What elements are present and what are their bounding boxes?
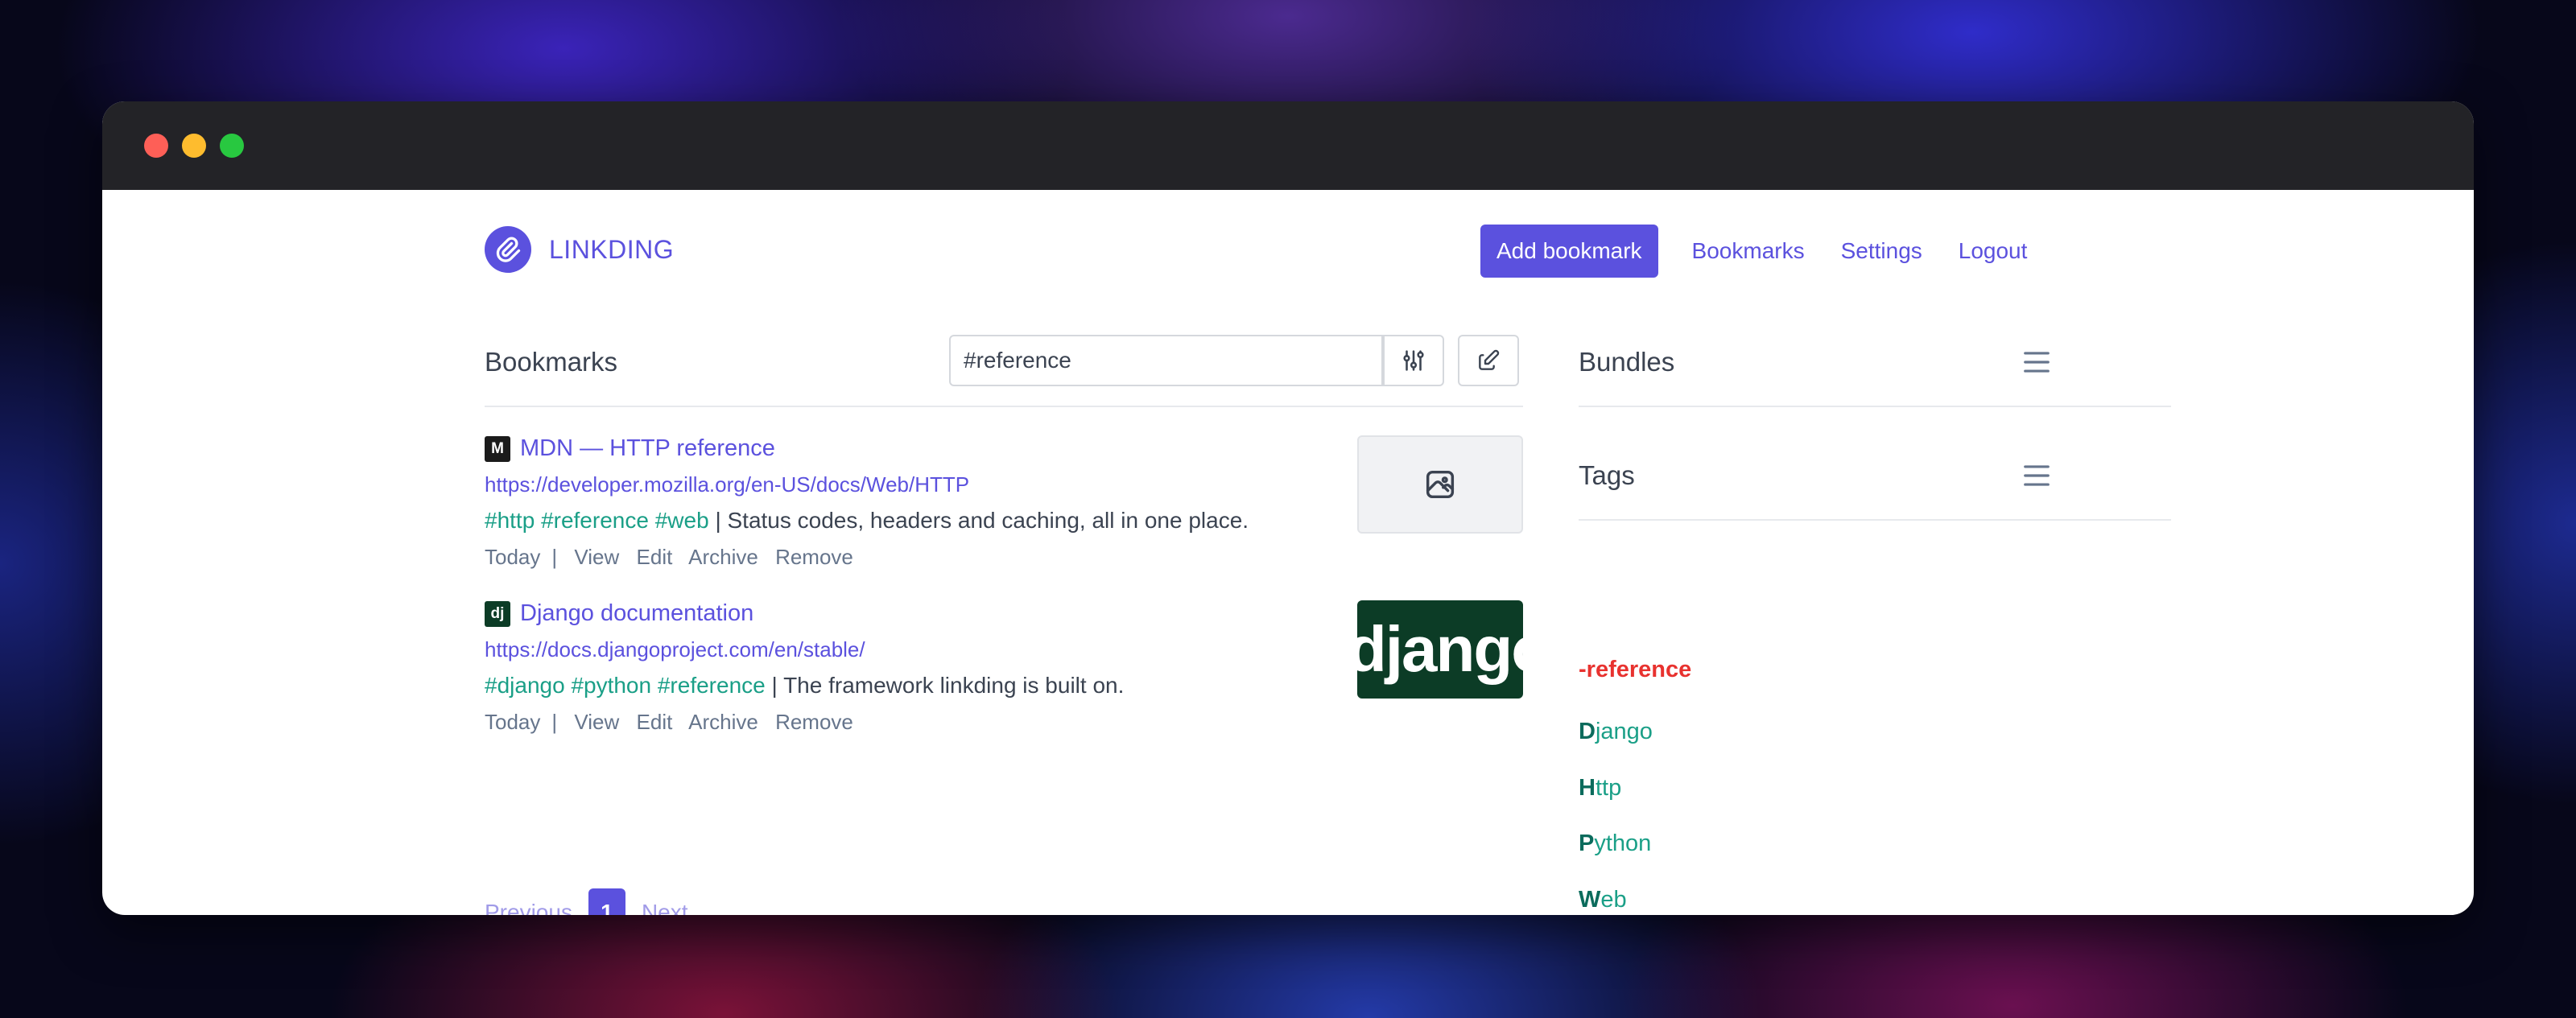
bookmark-description: Status codes, headers and caching, all i…: [727, 508, 1249, 533]
bookmarks-divider: [485, 406, 1523, 407]
bookmark-url[interactable]: https://docs.djangoproject.com/en/stable…: [485, 637, 865, 662]
tag-link[interactable]: #django: [485, 673, 565, 698]
edit-icon: [1479, 349, 1500, 370]
bookmark-title: MDN — HTTP reference: [520, 435, 775, 461]
favicon-icon: M: [485, 435, 510, 462]
remove-action[interactable]: Remove: [775, 710, 853, 734]
current-page-button[interactable]: 1: [588, 888, 625, 915]
bundles-divider: [1579, 406, 2171, 407]
bookmark-actions: Today | View Edit Archive Remove: [485, 710, 865, 735]
browser-window: LINKDING Add bookmark Bookmarks Settings…: [102, 101, 2474, 915]
bookmark-date: Today: [485, 545, 541, 569]
bookmark-title-link[interactable]: M MDN — HTTP reference: [485, 435, 775, 462]
bookmark-url[interactable]: https://developer.mozilla.org/en-US/docs…: [485, 472, 969, 497]
window-titlebar: [102, 101, 2474, 190]
edit-action[interactable]: Edit: [637, 710, 673, 734]
tag-cloud-item-python[interactable]: Python: [1579, 830, 1651, 857]
menu-icon: [2024, 352, 2050, 373]
close-window-button[interactable]: [144, 134, 168, 158]
tag-cloud-item-web[interactable]: Web: [1579, 887, 1627, 913]
add-bookmark-button[interactable]: Add bookmark: [1480, 225, 1658, 278]
search-input[interactable]: #reference: [949, 335, 1383, 386]
bundles-menu-button[interactable]: [2021, 349, 2052, 379]
bookmark-description-line: #http #reference #web | Status codes, he…: [485, 508, 1249, 534]
brand-name: LINKDING: [549, 234, 675, 264]
favicon-icon: dj: [485, 600, 510, 627]
separator: |: [551, 545, 558, 569]
remove-action[interactable]: Remove: [775, 545, 853, 569]
menu-icon: [2024, 465, 2050, 486]
archive-action[interactable]: Archive: [688, 710, 758, 734]
edit-action[interactable]: Edit: [637, 545, 673, 569]
tag-link[interactable]: #reference: [658, 673, 766, 698]
tag-rest: ython: [1594, 830, 1652, 856]
linkding-logo-icon: [485, 226, 531, 273]
view-action[interactable]: View: [574, 710, 619, 734]
tag-initial: H: [1579, 775, 1596, 801]
adjustments-icon: [1403, 350, 1424, 371]
bookmark-title-link[interactable]: dj Django documentation: [485, 600, 753, 627]
separator: |: [715, 508, 721, 533]
tag-rest: eb: [1600, 887, 1627, 913]
next-page-link[interactable]: Next: [642, 900, 688, 915]
django-logo: django: [1357, 613, 1523, 685]
nav-bookmarks-link[interactable]: Bookmarks: [1692, 238, 1805, 264]
tags-menu-button[interactable]: [2021, 463, 2052, 493]
tag-link[interactable]: #python: [571, 673, 651, 698]
top-nav: Add bookmark Bookmarks Settings Logout: [1480, 225, 2027, 278]
page-content: LINKDING Add bookmark Bookmarks Settings…: [102, 190, 2474, 915]
tags-divider: [1579, 519, 2171, 521]
search-options-button[interactable]: [1383, 335, 1444, 386]
tag-link[interactable]: #http: [485, 508, 535, 533]
tag-rest: ttp: [1595, 775, 1622, 801]
separator: |: [771, 673, 778, 698]
nav-settings-link[interactable]: Settings: [1841, 238, 1922, 264]
bookmark-description: The framework linkding is built on.: [783, 673, 1125, 698]
view-action[interactable]: View: [574, 545, 619, 569]
bulk-edit-button[interactable]: [1458, 335, 1519, 386]
pagination: Previous 1 Next: [485, 888, 688, 915]
bookmark-title: Django documentation: [520, 600, 754, 626]
selected-tag-link[interactable]: -reference: [1579, 657, 1691, 683]
archive-action[interactable]: Archive: [688, 545, 758, 569]
tag-cloud-item-django[interactable]: Django: [1579, 719, 1653, 745]
separator: |: [551, 710, 558, 734]
bookmark-thumbnail[interactable]: django: [1357, 600, 1523, 699]
bookmarks-title: Bookmarks: [485, 347, 618, 377]
bookmark-date: Today: [485, 710, 541, 734]
bundles-title: Bundles: [1579, 347, 1675, 377]
tags-title: Tags: [1579, 460, 1635, 490]
bookmark-item: M MDN — HTTP reference https://developer…: [485, 435, 1523, 580]
tag-link[interactable]: #web: [655, 508, 709, 533]
minimize-window-button[interactable]: [182, 134, 206, 158]
previous-page-link[interactable]: Previous: [485, 900, 572, 915]
bookmark-description-line: #django #python #reference | The framewo…: [485, 673, 1124, 699]
tag-initial: W: [1579, 887, 1601, 913]
bookmark-thumbnail[interactable]: [1357, 435, 1523, 534]
tag-initial: D: [1579, 719, 1596, 744]
tag-link[interactable]: #reference: [541, 508, 649, 533]
nav-logout-link[interactable]: Logout: [1959, 238, 2028, 264]
tag-rest: jango: [1595, 719, 1653, 744]
brand-link[interactable]: LINKDING: [485, 226, 674, 273]
maximize-window-button[interactable]: [220, 134, 244, 158]
tag-initial: P: [1579, 830, 1595, 856]
tag-cloud-item-http[interactable]: Http: [1579, 775, 1621, 802]
bookmark-item: dj Django documentation https://docs.dja…: [485, 600, 1523, 745]
bookmark-actions: Today | View Edit Archive Remove: [485, 545, 865, 570]
image-placeholder-icon: [1426, 470, 1455, 499]
